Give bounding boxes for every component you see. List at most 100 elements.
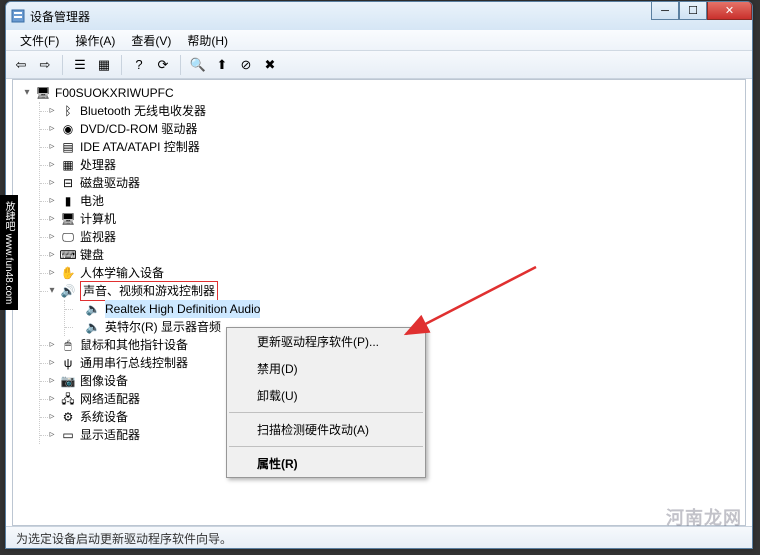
speaker-icon: 🔈 bbox=[85, 301, 101, 317]
expand-icon[interactable]: ▹ bbox=[46, 123, 58, 135]
close-button[interactable]: ✕ bbox=[707, 2, 752, 20]
statusbar: 为选定设备启动更新驱动程序软件向导。 bbox=[6, 526, 752, 548]
context-menu-item[interactable]: 禁用(D) bbox=[227, 355, 425, 382]
disc-icon: ◉ bbox=[60, 121, 76, 137]
device-category[interactable]: ▹⊟磁盘驱动器 bbox=[46, 174, 745, 192]
expand-icon[interactable]: ▹ bbox=[46, 249, 58, 261]
expand-icon[interactable]: ▹ bbox=[46, 411, 58, 423]
toolbar: ⇦⇨ ☰▦?⟳ 🔍⬆⊘✖ bbox=[6, 51, 752, 79]
device-label: 键盘 bbox=[80, 246, 104, 264]
device-category[interactable]: ▹▤IDE ATA/ATAPI 控制器 bbox=[46, 138, 745, 156]
expand-icon[interactable]: ▹ bbox=[46, 177, 58, 189]
device-label: 计算机 bbox=[80, 210, 116, 228]
cpu-icon: ▦ bbox=[60, 157, 76, 173]
device-label: 显示适配器 bbox=[80, 426, 140, 444]
toolbar-separator bbox=[62, 55, 63, 75]
camera-icon: 📷 bbox=[60, 373, 76, 389]
context-separator bbox=[229, 412, 423, 413]
device-category[interactable]: ▹🖵监视器 bbox=[46, 228, 745, 246]
device-label: 声音、视频和游戏控制器 bbox=[80, 281, 218, 301]
usb-icon: ψ bbox=[60, 355, 76, 371]
device-label: 监视器 bbox=[80, 228, 116, 246]
expand-icon[interactable]: ▹ bbox=[46, 105, 58, 117]
window-title: 设备管理器 bbox=[30, 8, 90, 25]
expand-icon[interactable]: ▹ bbox=[46, 357, 58, 369]
device-item[interactable]: 🔈Realtek High Definition Audio bbox=[71, 300, 745, 318]
context-menu-item[interactable]: 更新驱动程序软件(P)... bbox=[227, 328, 425, 355]
device-category[interactable]: ▹ᛒBluetooth 无线电收发器 bbox=[46, 102, 745, 120]
menu-3[interactable]: 帮助(H) bbox=[179, 30, 236, 51]
expand-icon[interactable]: ▹ bbox=[46, 195, 58, 207]
disable-icon[interactable]: ⊘ bbox=[235, 54, 257, 76]
device-category[interactable]: ▹⌨键盘 bbox=[46, 246, 745, 264]
uninstall-icon[interactable]: ✖ bbox=[259, 54, 281, 76]
system-icon: ⚙ bbox=[60, 409, 76, 425]
menu-2[interactable]: 查看(V) bbox=[123, 30, 179, 51]
mouse-icon: 🖱 bbox=[60, 337, 76, 353]
refresh-icon[interactable]: ⟳ bbox=[152, 54, 174, 76]
sound-icon: 🔊 bbox=[60, 283, 76, 299]
expand-icon[interactable]: ▾ bbox=[21, 87, 33, 99]
network-icon: 🖧 bbox=[60, 391, 76, 407]
app-icon bbox=[10, 8, 26, 24]
expand-icon[interactable]: ▹ bbox=[46, 231, 58, 243]
scan-icon[interactable]: 🔍 bbox=[187, 54, 209, 76]
keyboard-icon: ⌨ bbox=[60, 247, 76, 263]
menu-1[interactable]: 操作(A) bbox=[67, 30, 123, 51]
bluetooth-icon: ᛒ bbox=[60, 103, 76, 119]
menu-0[interactable]: 文件(F) bbox=[12, 30, 67, 51]
context-menu-item[interactable]: 属性(R) bbox=[227, 450, 425, 477]
expand-icon[interactable]: ▹ bbox=[46, 267, 58, 279]
ide-icon: ▤ bbox=[60, 139, 76, 155]
side-watermark: 放肆吧 www.fun48.com bbox=[0, 195, 18, 310]
device-label: 图像设备 bbox=[80, 372, 128, 390]
device-label: 通用串行总线控制器 bbox=[80, 354, 188, 372]
minimize-button[interactable]: ─ bbox=[651, 2, 679, 20]
device-label: DVD/CD-ROM 驱动器 bbox=[80, 120, 197, 138]
device-label: 鼠标和其他指针设备 bbox=[80, 336, 188, 354]
expand-icon[interactable]: ▹ bbox=[46, 375, 58, 387]
menubar: 文件(F)操作(A)查看(V)帮助(H) bbox=[6, 30, 752, 51]
device-label: Realtek High Definition Audio bbox=[105, 300, 260, 318]
help-icon[interactable]: ? bbox=[128, 54, 150, 76]
titlebar[interactable]: 设备管理器 ─ ☐ ✕ bbox=[6, 2, 752, 30]
device-category[interactable]: ▾🔊声音、视频和游戏控制器 bbox=[46, 282, 745, 300]
device-category[interactable]: ▹✋人体学输入设备 bbox=[46, 264, 745, 282]
maximize-button[interactable]: ☐ bbox=[679, 2, 707, 20]
device-label: IDE ATA/ATAPI 控制器 bbox=[80, 138, 200, 156]
device-label: 网络适配器 bbox=[80, 390, 140, 408]
forward-icon[interactable]: ⇨ bbox=[34, 54, 56, 76]
hid-icon: ✋ bbox=[60, 265, 76, 281]
expand-icon[interactable]: ▾ bbox=[46, 285, 58, 297]
back-icon[interactable]: ⇦ bbox=[10, 54, 32, 76]
expand-icon[interactable]: ▹ bbox=[46, 159, 58, 171]
device-label: 电池 bbox=[80, 192, 104, 210]
root-label: F00SUOKXRIWUPFC bbox=[55, 84, 174, 102]
expand-icon[interactable]: ▹ bbox=[46, 141, 58, 153]
device-category[interactable]: ▹▮电池 bbox=[46, 192, 745, 210]
expand-icon[interactable]: ▹ bbox=[46, 393, 58, 405]
update-icon[interactable]: ⬆ bbox=[211, 54, 233, 76]
expand-icon[interactable]: ▹ bbox=[46, 213, 58, 225]
tree-view-icon[interactable]: ☰ bbox=[69, 54, 91, 76]
battery-icon: ▮ bbox=[60, 193, 76, 209]
device-category[interactable]: ▹◉DVD/CD-ROM 驱动器 bbox=[46, 120, 745, 138]
device-label: 处理器 bbox=[80, 156, 116, 174]
device-category[interactable]: ▹▦处理器 bbox=[46, 156, 745, 174]
expand-icon[interactable]: ▹ bbox=[46, 429, 58, 441]
device-label: 磁盘驱动器 bbox=[80, 174, 140, 192]
computer-icon: 🖥 bbox=[35, 85, 51, 101]
expand-icon[interactable]: ▹ bbox=[46, 339, 58, 351]
detail-view-icon[interactable]: ▦ bbox=[93, 54, 115, 76]
context-menu-item[interactable]: 卸载(U) bbox=[227, 382, 425, 409]
toolbar-separator bbox=[180, 55, 181, 75]
device-manager-window: 设备管理器 ─ ☐ ✕ 文件(F)操作(A)查看(V)帮助(H) ⇦⇨☰▦?⟳🔍… bbox=[5, 1, 753, 549]
device-category[interactable]: ▹🖥计算机 bbox=[46, 210, 745, 228]
toolbar-separator bbox=[121, 55, 122, 75]
root-node[interactable]: ▾🖥F00SUOKXRIWUPFC bbox=[21, 84, 745, 102]
device-label: 人体学输入设备 bbox=[80, 264, 164, 282]
context-menu-item[interactable]: 扫描检测硬件改动(A) bbox=[227, 416, 425, 443]
computer-icon: 🖥 bbox=[60, 211, 76, 227]
monitor-icon: 🖵 bbox=[60, 229, 76, 245]
context-menu: 更新驱动程序软件(P)...禁用(D)卸载(U) 扫描检测硬件改动(A) 属性(R) bbox=[226, 327, 426, 478]
